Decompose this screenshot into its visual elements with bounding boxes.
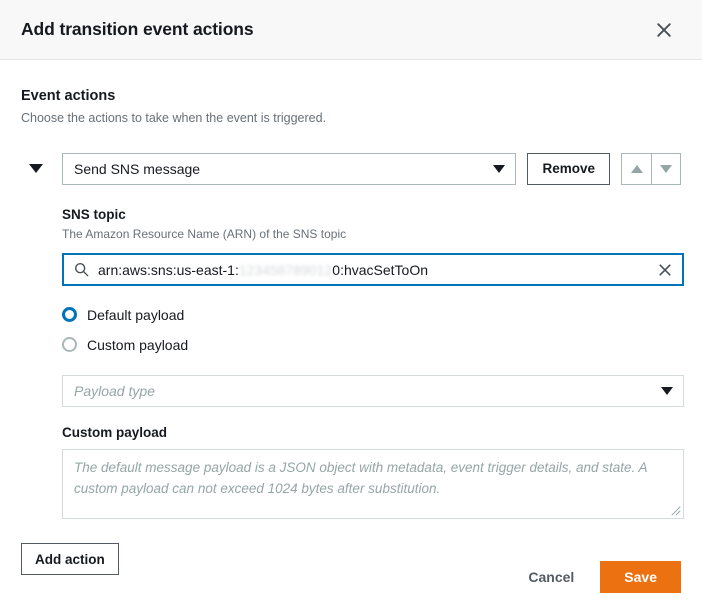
arn-redacted-account-id: 123456789012 [238, 261, 333, 278]
modal-footer: Cancel Save [0, 547, 702, 607]
radio-custom-payload[interactable]: Custom payload [62, 333, 681, 356]
save-button[interactable]: Save [600, 561, 681, 593]
radio-indicator [62, 337, 77, 353]
custom-payload-textarea[interactable]: The default message payload is a JSON ob… [62, 449, 684, 520]
chevron-down-icon [29, 164, 43, 174]
add-transition-event-actions-modal: Add transition event actions Event actio… [0, 0, 702, 607]
reorder-button-group [621, 152, 681, 185]
move-down-button[interactable] [651, 153, 680, 184]
remove-action-button[interactable]: Remove [527, 152, 610, 185]
sns-topic-value: arn:aws:sns:us-east-1:1234567890120:hvac… [98, 262, 651, 278]
custom-payload-placeholder: The default message payload is a JSON ob… [74, 460, 648, 497]
page-title: Add transition event actions [21, 19, 254, 39]
arn-prefix: arn:aws:sns:us-east-1: [98, 261, 239, 278]
close-button[interactable] [649, 15, 679, 45]
cancel-button[interactable]: Cancel [516, 561, 586, 593]
modal-header: Add transition event actions [0, 0, 702, 60]
event-actions-title: Event actions [21, 88, 116, 104]
payload-choice-radio-group: Default payload Custom payload [62, 303, 681, 356]
clear-x-icon[interactable] [651, 262, 673, 278]
caret-down-icon [660, 164, 672, 173]
custom-payload-label: Custom payload [62, 425, 168, 441]
payload-type-select[interactable]: Payload type [62, 375, 684, 408]
chevron-down-icon [661, 387, 673, 396]
sns-topic-field-block: SNS topic The Amazon Resource Name (ARN)… [62, 206, 684, 520]
radio-default-payload[interactable]: Default payload [62, 303, 681, 326]
search-icon [74, 262, 89, 277]
caret-up-icon [630, 164, 643, 173]
chevron-down-icon [493, 164, 506, 173]
collapse-toggle-button[interactable] [29, 153, 55, 185]
event-actions-description: Choose the actions to take when the even… [21, 110, 327, 125]
move-up-button[interactable] [622, 153, 651, 184]
action-type-select[interactable]: Send SNS message [62, 152, 517, 185]
sns-topic-search-input[interactable]: arn:aws:sns:us-east-1:1234567890120:hvac… [62, 253, 684, 287]
close-icon [655, 21, 673, 39]
radio-label: Custom payload [87, 336, 189, 353]
modal-body: Event actions Choose the actions to take… [0, 60, 702, 607]
action-row: Send SNS message Remove [21, 152, 681, 185]
radio-indicator [62, 307, 77, 323]
payload-type-placeholder: Payload type [74, 383, 155, 400]
radio-label: Default payload [87, 306, 185, 323]
action-type-value: Send SNS message [74, 160, 201, 177]
resize-grip-icon[interactable] [671, 506, 681, 516]
sns-topic-label: SNS topic [62, 206, 126, 222]
arn-suffix: 0:hvacSetToOn [332, 261, 429, 278]
sns-topic-hint: The Amazon Resource Name (ARN) of the SN… [62, 227, 347, 242]
